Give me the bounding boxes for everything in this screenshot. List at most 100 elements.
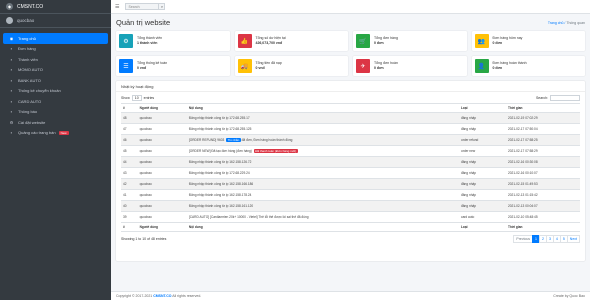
row-user: quocbao [137,189,187,201]
pager-next[interactable]: Next [566,235,580,243]
table-row: 41 quocbao Đăng nhập thành công từ ip 16… [121,189,580,201]
row-content: Đăng nhập thành công từ ip 162.158.161.1… [186,200,459,212]
breadcrumb-home[interactable]: Trang chủ [548,21,564,25]
column-footer: Loại [458,222,506,232]
row-time: 2021-02-10 05:48:45 [506,211,580,223]
sidebar-item-bank[interactable]: ▪ BANK AUTO [3,75,108,86]
row-id: 45 [121,145,138,157]
row-type: đăng nhập [458,167,506,179]
row-id: 42 [121,178,138,190]
sidebar-item-label: Thống kê chuyển khoản [18,88,61,94]
sidebar-item-transfer-stats[interactable]: ▪ Thống kê chuyển khoản [3,86,108,97]
sidebar-item-momo[interactable]: ▪ MOMO AUTO [3,65,108,76]
page-footer: Copyright © 2017-2021 CMSNT.CO All right… [111,291,590,300]
table-search-input[interactable] [550,94,580,101]
row-user: quocbao [137,145,187,157]
sidebar-item-notifications[interactable]: ▪ Thông báo [3,107,108,118]
log-content: Đăng nhập thành công từ ip 162.158.161.1… [188,204,254,208]
table-row: 46 quocbao [ORDER REFUND] 9603 Tin nhắn … [121,134,580,146]
copyright: Copyright © 2017-2021 CMSNT.CO All right… [116,294,201,298]
stat-card-value: 0 đơn [374,66,384,70]
new-badge: New [58,130,69,135]
stat-card-value: 0 đơn [492,66,503,70]
row-user: quocbao [137,167,187,179]
footer-credit: Create by Quoc Bao [553,294,585,298]
row-time: 2021-02-19 07:02:29 [506,112,580,124]
sidebar-item-label: Quảng cáo trang bán [18,130,56,136]
sidebar-item-settings[interactable]: ⚙ Cài đặt website [3,117,108,128]
hamburger-icon[interactable]: ☰ [115,4,119,10]
dashboard-icon: ◉ [9,35,14,41]
column-footer: Người dùng [137,222,187,232]
content-header: Quản trị website Trang chủ / Thống quan [116,14,585,31]
column-header[interactable]: Nội dung [186,103,459,113]
cart-icon: 🛒 [356,34,370,48]
log-content: [ORDER REFUND] 9603 [188,138,225,142]
stat-card: ☰ Tổng thống kê toàn 0 vnđ [116,56,230,76]
user-check-icon: 👤 [474,59,489,73]
user-panel[interactable]: quocbao [0,14,111,28]
column-header[interactable]: # [121,103,138,113]
row-time: 2021-02-17 07:58:25 [506,134,580,146]
row-user: quocbao [137,112,187,124]
row-id: 44 [121,156,138,168]
copyright-site[interactable]: CMSNT.CO [153,294,171,298]
row-type: đăng nhập [458,112,506,124]
column-header[interactable]: Người dùng [137,103,187,113]
column-header[interactable]: Thời gian [506,103,580,113]
row-user: quocbao [137,178,187,190]
bell-icon: ▪ [10,109,13,115]
sidebar-item-dashboard[interactable]: ◉ Trang chủ [3,33,108,44]
row-type: đăng nhập [458,156,506,168]
table-row: 42 quocbao Đăng nhập thành công từ ip 16… [121,178,580,190]
table-row: 48 quocbao Đăng nhập thành công từ ip 17… [121,112,580,124]
row-user: quocbao [137,134,187,146]
search-input[interactable]: Search [125,3,160,10]
search-icon[interactable]: ⌕ [159,3,166,10]
breadcrumb: Trang chủ / Thống quan [547,20,585,25]
log-tag: Đã thanh toán (Đơn hàng mới) [253,149,298,153]
table-row: 39 quocbao [CARD AUTO] [Cardlamrien 20k+… [121,211,580,223]
sidebar: ◆ CMSNT.CO quocbao ◉ Trang chủ ▪ Đơn hàng … [0,0,111,300]
stat-cards: ⚙ Tổng thành viên 1 thành viên 👍 Tổng số … [116,31,585,76]
column-header[interactable]: Loại [458,103,506,113]
row-id: 40 [121,200,138,212]
brand-link[interactable]: ◆ CMSNT.CO [0,0,111,14]
users-icon: 👥 [474,34,489,48]
row-user: quocbao [137,156,187,168]
row-content: [ORDER REFUND] 9603 Tin nhắn đã đơn, Đơn… [186,134,459,146]
row-time: 2021-02-15 01:49:53 [506,178,580,190]
plane-icon: ✈ [356,59,370,73]
table-info: Showing 1 to 10 of 48 entries [121,237,167,241]
copyright-text: Copyright © 2017-2021 [116,294,153,298]
pager-previous[interactable]: Previous [513,235,534,243]
sidebar-item-ads[interactable]: ▪ Quảng cáo trang bán New [3,128,108,139]
copyright-rights: All rights reserved. [172,294,202,298]
stat-card-value: 0 đơn [492,41,503,45]
chart-icon: ▪ [10,88,13,94]
row-content: Đăng nhập thành công từ ip 172.68.229.24 [186,167,459,179]
table-footer-row: # Người dùng Nội dung Loại Thời gian [121,222,580,232]
panel-title: Nhật ký hoạt động [116,81,585,92]
sidebar-item-label: CARD AUTO [18,98,42,104]
wallet-icon: ▪ [10,67,13,73]
row-type: đăng nhập [458,178,506,190]
stat-card-value: 0 vnđ [137,66,147,70]
sidebar-item-orders[interactable]: ▪ Đơn hàng [3,44,108,55]
stat-card-value: 1 thành viên [137,41,158,45]
row-time: 2021-02-17 07:58:29 [506,145,580,157]
sidebar-item-card[interactable]: ▪ CARD AUTO [3,96,108,107]
row-content: Đăng nhập thành công từ ip 172.68.255.12… [186,123,459,135]
row-content: Đăng nhập thành công từ ip 172.68.255.17 [186,112,459,124]
log-tag: Tin nhắn [226,138,241,142]
entries-select[interactable]: 10 [131,94,142,101]
sidebar-item-members[interactable]: ▪ Thành viên [3,54,108,65]
stat-card: ✈ Tổng đơn hoàn 0 đơn [353,56,467,76]
main-content: Quản trị website Trang chủ / Thống quan … [111,14,590,300]
stat-card-value: 0 vnđ [255,66,265,70]
stat-card-value: 0 đơn [374,41,384,45]
row-id: 41 [121,189,138,201]
stat-card: 👥 Đơn hàng hôm nay 0 đơn [471,31,585,51]
row-id: 43 [121,167,138,179]
gear-icon: ⚙ [9,119,14,125]
